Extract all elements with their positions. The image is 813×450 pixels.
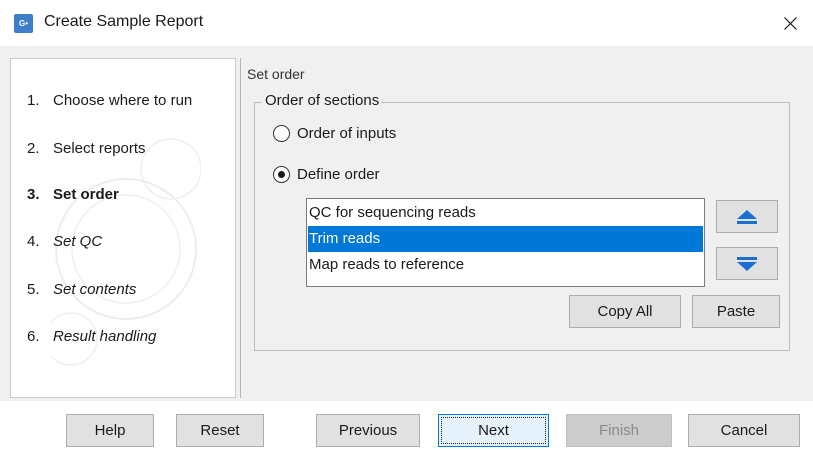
list-item-qc-for-sequencing-reads[interactable]: QC for sequencing reads: [308, 200, 703, 226]
move-up-button[interactable]: [716, 200, 778, 233]
panel-divider: [240, 58, 241, 398]
list-item-trim-reads[interactable]: Trim reads: [308, 226, 703, 252]
help-label: Help: [94, 422, 126, 439]
close-icon: [784, 17, 797, 30]
window-title: Create Sample Report: [44, 13, 204, 30]
finish-button: Finish: [566, 414, 672, 447]
radio-label: Define order: [297, 166, 380, 183]
wizard-step-set-order: 3. Set order: [27, 186, 119, 203]
arrow-up-icon: [737, 210, 757, 224]
previous-button[interactable]: Previous: [316, 414, 420, 447]
dialog-body: 1. Choose where to run 2. Select reports 3…: [0, 46, 813, 401]
next-label: Next: [478, 422, 509, 439]
wizard-step-choose-where-to-run: 1. Choose where to run: [27, 92, 193, 109]
arrow-down-icon: [737, 257, 757, 271]
wizard-step-set-contents: 5. Set contents: [27, 281, 137, 298]
close-button[interactable]: [767, 0, 813, 46]
group-title: Order of sections: [262, 92, 383, 109]
page-heading: Set order: [247, 66, 305, 82]
wizard-step-result-handling: 6. Result handling: [27, 328, 157, 345]
wizard-step-select-reports: 2. Select reports: [27, 140, 146, 157]
sections-list[interactable]: QC for sequencing reads Trim reads Map r…: [306, 198, 705, 287]
help-button[interactable]: Help: [66, 414, 154, 447]
app-icon: G•: [14, 14, 33, 33]
list-item-map-reads-to-reference[interactable]: Map reads to reference: [308, 252, 703, 278]
reset-button[interactable]: Reset: [176, 414, 264, 447]
wizard-step-set-qc: 4. Set QC: [27, 233, 103, 250]
copy-all-label: Copy All: [597, 303, 653, 320]
wizard-steps-panel: 1. Choose where to run 2. Select reports 3…: [10, 58, 236, 398]
title-bar: G• Create Sample Report: [0, 0, 813, 46]
copy-all-button[interactable]: Copy All: [569, 295, 681, 328]
move-down-button[interactable]: [716, 247, 778, 280]
cancel-label: Cancel: [720, 422, 768, 439]
reset-label: Reset: [200, 422, 240, 439]
paste-button[interactable]: Paste: [692, 295, 780, 328]
radio-dot: [278, 171, 285, 178]
cancel-button[interactable]: Cancel: [688, 414, 800, 447]
paste-label: Paste: [716, 303, 756, 320]
radio-button[interactable]: [273, 125, 290, 142]
next-button[interactable]: Next: [438, 414, 549, 447]
radio-label: Order of inputs: [297, 125, 397, 142]
finish-label: Finish: [598, 422, 639, 439]
previous-label: Previous: [338, 422, 398, 439]
radio-button-checked[interactable]: [273, 166, 290, 183]
